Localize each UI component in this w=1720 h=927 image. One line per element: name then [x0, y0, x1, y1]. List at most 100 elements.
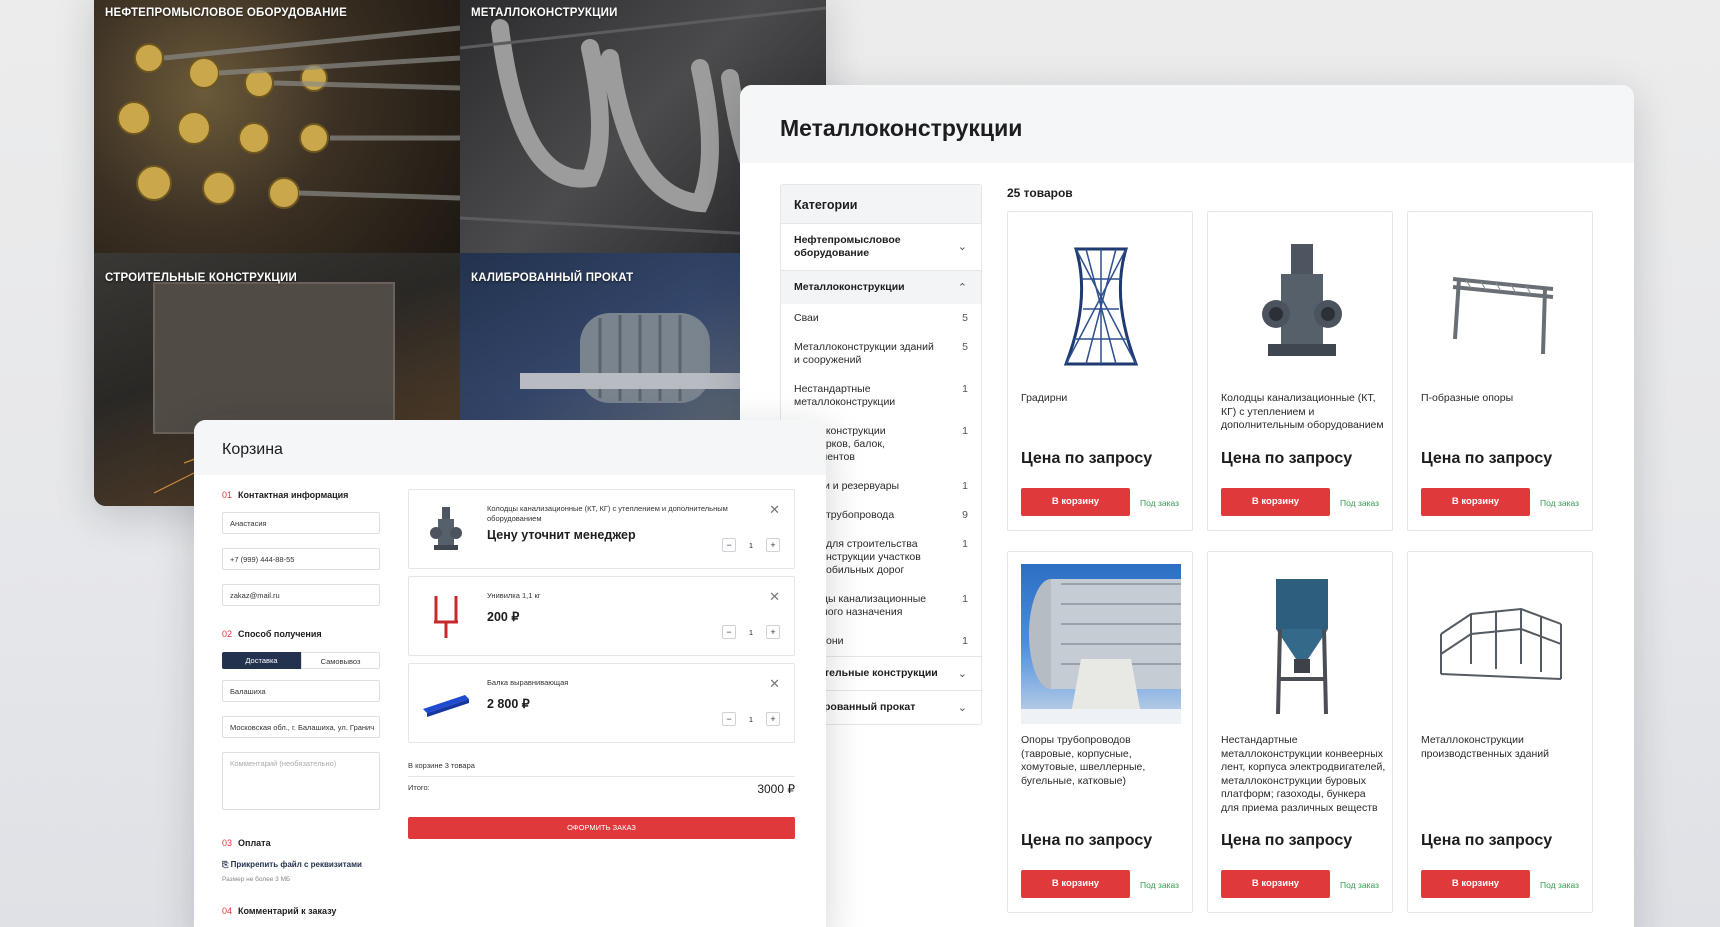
- subcategory-item[interactable]: Нестандартные металлоконструкции 1: [781, 375, 981, 417]
- cart-summary: В корзине 3 товара: [408, 761, 475, 770]
- subcategory-count: 1: [962, 425, 968, 437]
- plus-button[interactable]: +: [766, 712, 780, 726]
- checkout-button[interactable]: ОФОРМИТЬ ЗАКАЗ: [408, 817, 795, 839]
- category-group-metal[interactable]: Металлоконструкции ⌃: [781, 270, 981, 304]
- category-group-label: Нефтепромысловое оборудование: [794, 234, 901, 259]
- cooling-tower-icon: [1063, 247, 1139, 366]
- quantity-value[interactable]: 1: [742, 628, 760, 637]
- plus-button[interactable]: +: [766, 538, 780, 552]
- chevron-down-icon: ⌄: [957, 701, 967, 714]
- product-price: Цена по запросу: [1021, 832, 1153, 849]
- phone-field[interactable]: +7 (999) 444-88-55: [222, 548, 380, 570]
- page-title: Металлоконструкции: [740, 85, 1634, 163]
- attach-label: Прикрепить файл с реквизитами: [230, 860, 362, 869]
- item-name: Унивилка 1,1 кг: [487, 591, 541, 600]
- subcategory-count: 5: [962, 312, 968, 324]
- product-price: Цена по запросу: [1021, 450, 1153, 467]
- product-name: П-образные опоры: [1421, 392, 1514, 404]
- order-status: Под заказ: [1140, 498, 1180, 508]
- item-name: Балка выравнивающая: [487, 678, 569, 687]
- order-status: Под заказ: [1540, 880, 1580, 890]
- total-value: 3000 ₽: [757, 782, 795, 796]
- quantity-stepper: −1 +: [722, 538, 780, 552]
- add-to-cart-button[interactable]: В корзину: [1421, 870, 1530, 898]
- address-field[interactable]: Московская обл., г. Балашиха, ул. Гранич: [222, 716, 380, 738]
- tile-label: СТРОИТЕЛЬНЫЕ КОНСТРУКЦИИ: [105, 272, 297, 284]
- minus-button[interactable]: −: [722, 538, 736, 552]
- hopper-icon: [1276, 579, 1328, 715]
- product-price: Цена по запросу: [1221, 450, 1353, 467]
- tile-oilfield[interactable]: НЕФТЕПРОМЫСЛОВОЕ ОБОРУДОВАНИЕ: [94, 0, 460, 253]
- subcategory-label: Сваи: [794, 312, 819, 324]
- close-icon[interactable]: ✕: [769, 589, 780, 605]
- close-icon[interactable]: ✕: [769, 676, 780, 692]
- city-field[interactable]: Балашиха: [222, 680, 380, 702]
- subcategory-count: 9: [962, 509, 968, 521]
- product-card[interactable]: Металлоконструкции производственных здан…: [1407, 551, 1593, 913]
- minus-button[interactable]: −: [722, 712, 736, 726]
- quantity-stepper: −1 +: [722, 625, 780, 639]
- category-group-oilfield[interactable]: Нефтепромысловое оборудование ⌄: [781, 223, 981, 270]
- subcategory-label: Нестандартные металлоконструкции: [794, 383, 896, 408]
- subcategory-label: Металлоконструкции зданий и сооружений: [794, 341, 934, 366]
- cart-item: Балка выравнивающая 2 800 ₽ ✕ −1 +: [408, 663, 795, 743]
- add-to-cart-button[interactable]: В корзину: [1421, 488, 1530, 516]
- product-card[interactable]: П-образные опоры Цена по запросу В корзи…: [1407, 211, 1593, 531]
- subcategory-item[interactable]: Сваи 5: [781, 304, 981, 333]
- paperclip-icon: ⎘: [222, 860, 231, 869]
- add-to-cart-button[interactable]: В корзину: [1221, 488, 1330, 516]
- section-number: 03: [222, 838, 233, 848]
- order-status: Под заказ: [1140, 880, 1180, 890]
- catalog-panel: Металлоконструкции Категории Нефтепромыс…: [740, 85, 1634, 927]
- product-card[interactable]: Градирни Цена по запросу В корзину Под з…: [1007, 211, 1193, 531]
- subcategory-count: 1: [962, 538, 968, 550]
- product-price: Цена по запросу: [1221, 832, 1353, 849]
- building-frame-icon: [1440, 607, 1562, 680]
- subcategory-count: 1: [962, 635, 968, 647]
- product-name: Металлоконструкции производственных здан…: [1421, 734, 1549, 760]
- section-label: Способ получения: [238, 629, 322, 639]
- section-label: Оплата: [238, 838, 271, 848]
- quantity-value[interactable]: 1: [742, 715, 760, 724]
- section-number: 04: [222, 906, 233, 916]
- cart-panel: Корзина 01 Контактная информация Анастаси…: [194, 420, 826, 927]
- product-card[interactable]: Нестандартные металлоконструкции конвеер…: [1207, 551, 1393, 913]
- tab-pickup[interactable]: Самовывоз: [301, 652, 380, 669]
- product-image: [1221, 564, 1381, 724]
- minus-button[interactable]: −: [722, 625, 736, 639]
- attach-note: Размер не более 3 МБ: [222, 876, 291, 883]
- plus-button[interactable]: +: [766, 625, 780, 639]
- subcategory-item[interactable]: Металлоконструкции зданий и сооружений 5: [781, 333, 981, 375]
- add-to-cart-button[interactable]: В корзину: [1021, 870, 1130, 898]
- product-name: Опоры трубопроводов (тавровые, корпусные…: [1021, 734, 1146, 787]
- section-label: Контактная информация: [238, 490, 349, 500]
- name-field[interactable]: Анастасия: [222, 512, 380, 534]
- categories-title: Категории: [781, 185, 981, 223]
- item-thumbnail: [421, 591, 471, 641]
- section-label: Комментарий к заказу: [238, 906, 337, 916]
- quantity-value[interactable]: 1: [742, 541, 760, 550]
- sewer-well-icon: [430, 507, 462, 550]
- tile-label: НЕФТЕПРОМЫСЛОВОЕ ОБОРУДОВАНИЕ: [105, 7, 347, 19]
- comment-field[interactable]: Комментарий (необязательно): [222, 752, 380, 810]
- product-card[interactable]: Колодцы канализационные (КТ, КГ) с утепл…: [1207, 211, 1393, 531]
- email-field[interactable]: zakaz@mail.ru: [222, 584, 380, 606]
- order-status: Под заказ: [1540, 498, 1580, 508]
- quantity-stepper: −1 +: [722, 712, 780, 726]
- close-icon[interactable]: ✕: [769, 502, 780, 518]
- section-payment: 03 Оплата: [222, 838, 271, 848]
- add-to-cart-button[interactable]: В корзину: [1021, 488, 1130, 516]
- product-image: [1421, 224, 1581, 384]
- pipe-support-icon: [1021, 579, 1181, 724]
- subcategory-count: 1: [962, 383, 968, 395]
- attach-file-link[interactable]: ⎘ Прикрепить файл с реквизитами: [222, 860, 362, 870]
- subcategory-count: 1: [962, 593, 968, 605]
- products-count: 25 товаров: [1007, 186, 1073, 200]
- tab-delivery[interactable]: Доставка: [222, 652, 301, 669]
- cart-item: Унивилка 1,1 кг 200 ₽ ✕ −1 +: [408, 576, 795, 656]
- order-status: Под заказ: [1340, 498, 1380, 508]
- add-to-cart-button[interactable]: В корзину: [1221, 870, 1330, 898]
- product-image: [1021, 224, 1181, 384]
- product-card[interactable]: Опоры трубопроводов (тавровые, корпусные…: [1007, 551, 1193, 913]
- tile-oilfield-image: [117, 25, 460, 209]
